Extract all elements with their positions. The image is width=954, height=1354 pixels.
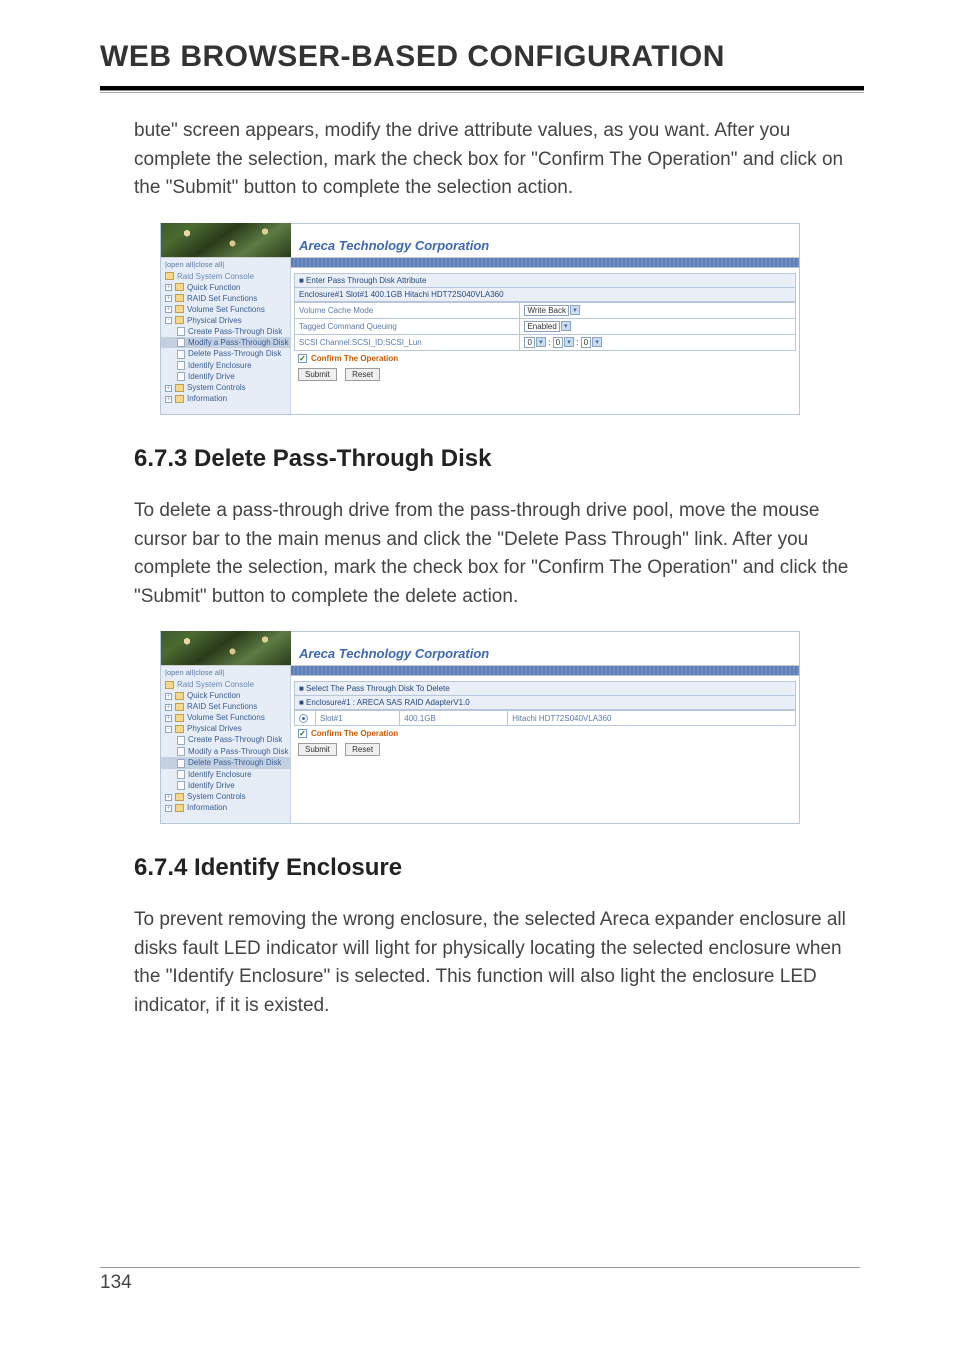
dropdown-arrow-icon[interactable]: ▾ [570, 305, 580, 315]
areca-logo [161, 631, 291, 665]
disk-select-table: Slot#1 400.1GB Hitachi HDT72S040VLA360 [294, 710, 796, 725]
intro-paragraph: bute" screen appears, modify the drive a… [134, 117, 864, 203]
title-underline-thick [100, 86, 864, 91]
disk-radio[interactable] [299, 714, 308, 723]
submit-button[interactable]: Submit [298, 743, 337, 756]
tree-root[interactable]: Raid System Console [161, 679, 290, 690]
section-673-body: To delete a pass-through drive from the … [134, 497, 864, 611]
tree-modify-passthrough[interactable]: Modify a Pass-Through Disk [161, 337, 290, 348]
attribute-table: Volume Cache Mode Write Back▾ Tagged Com… [294, 302, 796, 351]
brand-text: Areca Technology Corporation [299, 238, 489, 253]
confirm-checkbox[interactable]: ✓ [298, 354, 307, 363]
tree-information[interactable]: +Information [161, 393, 290, 404]
tree-identify-enclosure[interactable]: Identify Enclosure [161, 769, 290, 780]
disk-model: Hitachi HDT72S040VLA360 [508, 711, 796, 725]
brand-text: Areca Technology Corporation [299, 646, 489, 661]
panel-subtitle: ■ Enclosure#1 : ARECA SAS RAID AdapterV1… [294, 696, 796, 710]
tree-quick-function[interactable]: +Quick Function [161, 282, 290, 293]
tree-quick-function[interactable]: +Quick Function [161, 690, 290, 701]
screenshot1-main: ■ Enter Pass Through Disk Attribute Encl… [291, 258, 799, 415]
section-674-body: To prevent removing the wrong enclosure,… [134, 906, 864, 1020]
dropdown-arrow-icon[interactable]: ▾ [592, 337, 602, 347]
title-underline-thin [100, 92, 864, 93]
screenshot1-sidebar: |open all| close all| Raid System Consol… [161, 258, 291, 415]
tree-identify-drive[interactable]: Identify Drive [161, 780, 290, 791]
section-674-heading: 6.7.4 Identify Enclosure [134, 854, 864, 882]
tree-physical-drives[interactable]: -Physical Drives [161, 723, 290, 734]
cache-mode-select[interactable]: Write Back [524, 305, 569, 316]
dropdown-arrow-icon[interactable]: ▾ [564, 337, 574, 347]
disk-slot: Slot#1 [316, 711, 400, 725]
confirm-label: Confirm The Operation [311, 354, 398, 363]
confirm-checkbox[interactable]: ✓ [298, 729, 307, 738]
tree-delete-passthrough[interactable]: Delete Pass-Through Disk [161, 348, 290, 359]
reset-button[interactable]: Reset [345, 743, 380, 756]
tree-system-controls[interactable]: +System Controls [161, 791, 290, 802]
tree-create-passthrough[interactable]: Create Pass-Through Disk [161, 326, 290, 337]
tree-modify-passthrough[interactable]: Modify a Pass-Through Disk [161, 746, 290, 757]
screenshot-delete-passthrough: Areca Technology Corporation |open all| … [160, 631, 800, 824]
reset-button[interactable]: Reset [345, 368, 380, 381]
tree-physical-drives[interactable]: -Physical Drives [161, 315, 290, 326]
panel-subtitle: Enclosure#1 Slot#1 400.1GB Hitachi HDT72… [294, 288, 796, 302]
tree-information[interactable]: +Information [161, 802, 290, 813]
open-all-link[interactable]: |open all| [165, 260, 195, 269]
tree-create-passthrough[interactable]: Create Pass-Through Disk [161, 734, 290, 745]
screenshot2-sidebar: |open all| close all| Raid System Consol… [161, 666, 291, 823]
section-673-heading: 6.7.3 Delete Pass-Through Disk [134, 445, 864, 473]
tree-identify-drive[interactable]: Identify Drive [161, 371, 290, 382]
submit-button[interactable]: Submit [298, 368, 337, 381]
tree-raidset-functions[interactable]: +RAID Set Functions [161, 293, 290, 304]
screenshot2-header: Areca Technology Corporation [161, 632, 799, 666]
scsi-lun-select[interactable]: 0 [581, 337, 591, 348]
scsi-id-select[interactable]: 0 [553, 337, 563, 348]
row-tcq-label: Tagged Command Queuing [295, 318, 520, 334]
close-all-link[interactable]: close all| [195, 668, 224, 677]
tree-delete-passthrough[interactable]: Delete Pass-Through Disk [161, 757, 290, 768]
row-scsi-label: SCSI Channel:SCSI_ID:SCSI_Lun [295, 334, 520, 350]
header-stripe [291, 666, 799, 676]
screenshot1-header: Areca Technology Corporation [161, 224, 799, 258]
tree-system-controls[interactable]: +System Controls [161, 382, 290, 393]
panel-title: ■ Enter Pass Through Disk Attribute [294, 273, 796, 288]
tree-root[interactable]: Raid System Console [161, 271, 290, 282]
areca-logo [161, 223, 291, 257]
screenshot2-main: ■ Select The Pass Through Disk To Delete… [291, 666, 799, 823]
tree-volumeset-functions[interactable]: +Volume Set Functions [161, 304, 290, 315]
page-number: 134 [100, 1267, 860, 1294]
panel-title: ■ Select The Pass Through Disk To Delete [294, 681, 796, 696]
dropdown-arrow-icon[interactable]: ▾ [536, 337, 546, 347]
disk-size: 400.1GB [400, 711, 508, 725]
tcq-select[interactable]: Enabled [524, 321, 559, 332]
confirm-label: Confirm The Operation [311, 729, 398, 738]
dropdown-arrow-icon[interactable]: ▾ [561, 321, 571, 331]
header-stripe [291, 258, 799, 268]
open-all-link[interactable]: |open all| [165, 668, 195, 677]
tree-identify-enclosure[interactable]: Identify Enclosure [161, 360, 290, 371]
row-cache-label: Volume Cache Mode [295, 302, 520, 318]
chapter-title: WEB BROWSER-BASED CONFIGURATION [100, 40, 864, 82]
scsi-channel-select[interactable]: 0 [524, 337, 534, 348]
close-all-link[interactable]: close all| [195, 260, 224, 269]
tree-raidset-functions[interactable]: +RAID Set Functions [161, 701, 290, 712]
screenshot-modify-passthrough: Areca Technology Corporation |open all| … [160, 223, 800, 416]
tree-volumeset-functions[interactable]: +Volume Set Functions [161, 712, 290, 723]
